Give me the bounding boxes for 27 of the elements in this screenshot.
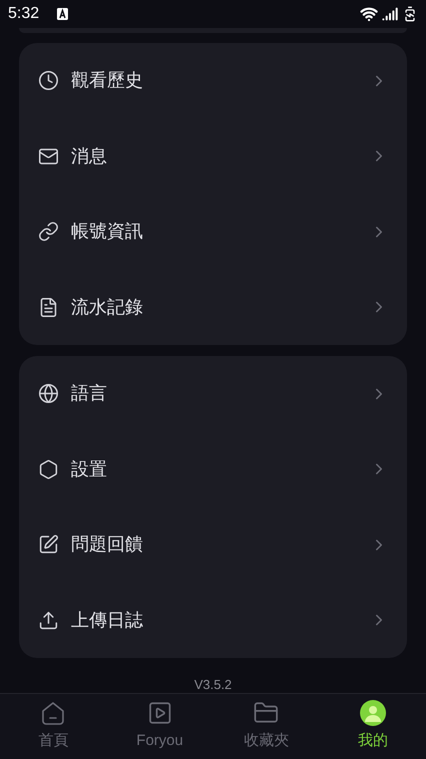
clock-icon (38, 70, 59, 92)
upload-icon (38, 610, 59, 631)
nav-tab[interactable]: 收藏夾 (213, 694, 320, 759)
link-icon (38, 221, 59, 242)
nav-tab[interactable]: 我的 (320, 694, 426, 759)
menu-item[interactable]: 觀看歷史 (19, 43, 407, 118)
menu-item[interactable]: 帳號資訊 (19, 194, 407, 270)
globe-icon (38, 383, 59, 404)
menu-item[interactable]: 上傳日誌 (19, 582, 407, 658)
avatar-icon (360, 700, 386, 726)
status-time: 5:32 (8, 4, 40, 24)
menu-item[interactable]: 問題回饋 (19, 507, 407, 582)
version-text: V3.5.2 (194, 677, 232, 693)
settings-icon (38, 458, 59, 480)
menu-item[interactable]: 流水記錄 (19, 270, 407, 345)
nav-tab[interactable]: Foryou (106, 694, 213, 759)
signal-icon (382, 6, 398, 22)
play-icon (146, 700, 173, 726)
home-icon (40, 700, 66, 726)
document-icon (38, 296, 59, 318)
menu-item[interactable]: 消息 (19, 118, 407, 194)
edit-icon (38, 534, 59, 556)
menu-item[interactable]: 語言 (19, 356, 407, 432)
nav-tab[interactable]: 首頁 (0, 694, 106, 759)
notification-icon (57, 8, 68, 20)
menu-item[interactable]: 設置 (19, 432, 407, 507)
wifi-icon (360, 5, 378, 23)
